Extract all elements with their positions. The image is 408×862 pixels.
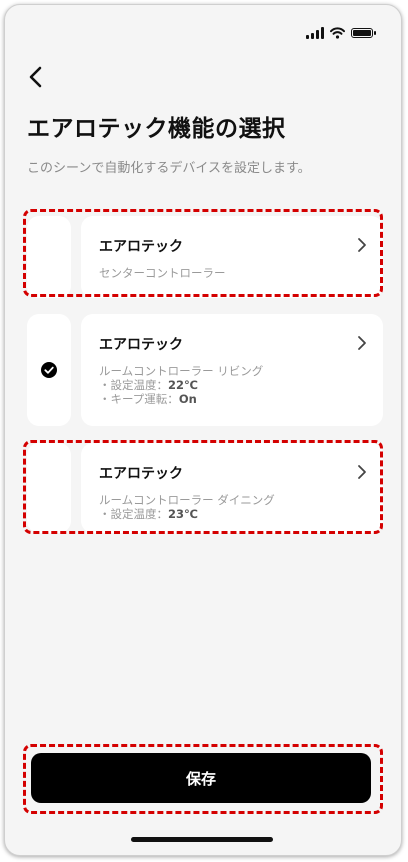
device-card[interactable]: エアロテック センターコントローラー — [81, 216, 383, 298]
setting-label: ・設定温度： — [99, 507, 168, 521]
setting-line: ・キープ運転：On — [99, 392, 263, 406]
wifi-icon — [330, 27, 345, 39]
chevron-right-icon — [358, 336, 366, 350]
device-name: エアロテック — [99, 337, 183, 353]
battery-icon — [351, 28, 376, 38]
selection-cell[interactable] — [27, 314, 71, 426]
selection-cell[interactable] — [27, 216, 71, 298]
chevron-right-icon — [358, 238, 366, 252]
device-subtitle-block: ルームコントローラー リビング ・設定温度：22℃ ・キープ運転：On — [99, 364, 263, 406]
setting-line: ・設定温度：22℃ — [99, 378, 263, 392]
page-description: このシーンで自動化するデバイスを設定します。 — [27, 161, 311, 176]
chevron-right-icon — [358, 465, 366, 479]
phone-screen: エアロテック機能の選択 このシーンで自動化するデバイスを設定します。 エアロテッ… — [4, 4, 402, 856]
setting-label: ・設定温度： — [99, 378, 168, 392]
save-button[interactable]: 保存 — [31, 753, 371, 803]
device-row: エアロテック ルームコントローラー リビング ・設定温度：22℃ ・キープ運転：… — [27, 314, 383, 426]
page-title: エアロテック機能の選択 — [27, 116, 286, 142]
back-arrow-icon[interactable] — [23, 63, 51, 91]
signal-icon — [306, 27, 324, 39]
device-subtitle: センターコントローラー — [99, 266, 226, 280]
selection-cell[interactable] — [27, 443, 71, 533]
device-name: エアロテック — [99, 239, 183, 255]
device-name: エアロテック — [99, 466, 183, 482]
device-subtitle-block: ルームコントローラー ダイニング ・設定温度：23℃ — [99, 493, 275, 521]
setting-value: On — [178, 392, 197, 406]
device-subtitle: ルームコントローラー リビング — [99, 364, 264, 378]
check-circle-icon — [41, 362, 57, 378]
home-indicator — [131, 837, 273, 842]
setting-line: ・設定温度：23℃ — [99, 507, 275, 521]
device-row: エアロテック センターコントローラー — [27, 216, 383, 298]
status-bar — [306, 27, 376, 39]
device-row: エアロテック ルームコントローラー ダイニング ・設定温度：23℃ — [27, 443, 383, 533]
setting-value: 23℃ — [168, 507, 198, 521]
setting-value: 22℃ — [168, 378, 198, 392]
device-card[interactable]: エアロテック ルームコントローラー リビング ・設定温度：22℃ ・キープ運転：… — [81, 314, 383, 426]
device-subtitle: ルームコントローラー ダイニング — [99, 493, 275, 507]
device-card[interactable]: エアロテック ルームコントローラー ダイニング ・設定温度：23℃ — [81, 443, 383, 533]
setting-label: ・キープ運転： — [99, 392, 179, 406]
